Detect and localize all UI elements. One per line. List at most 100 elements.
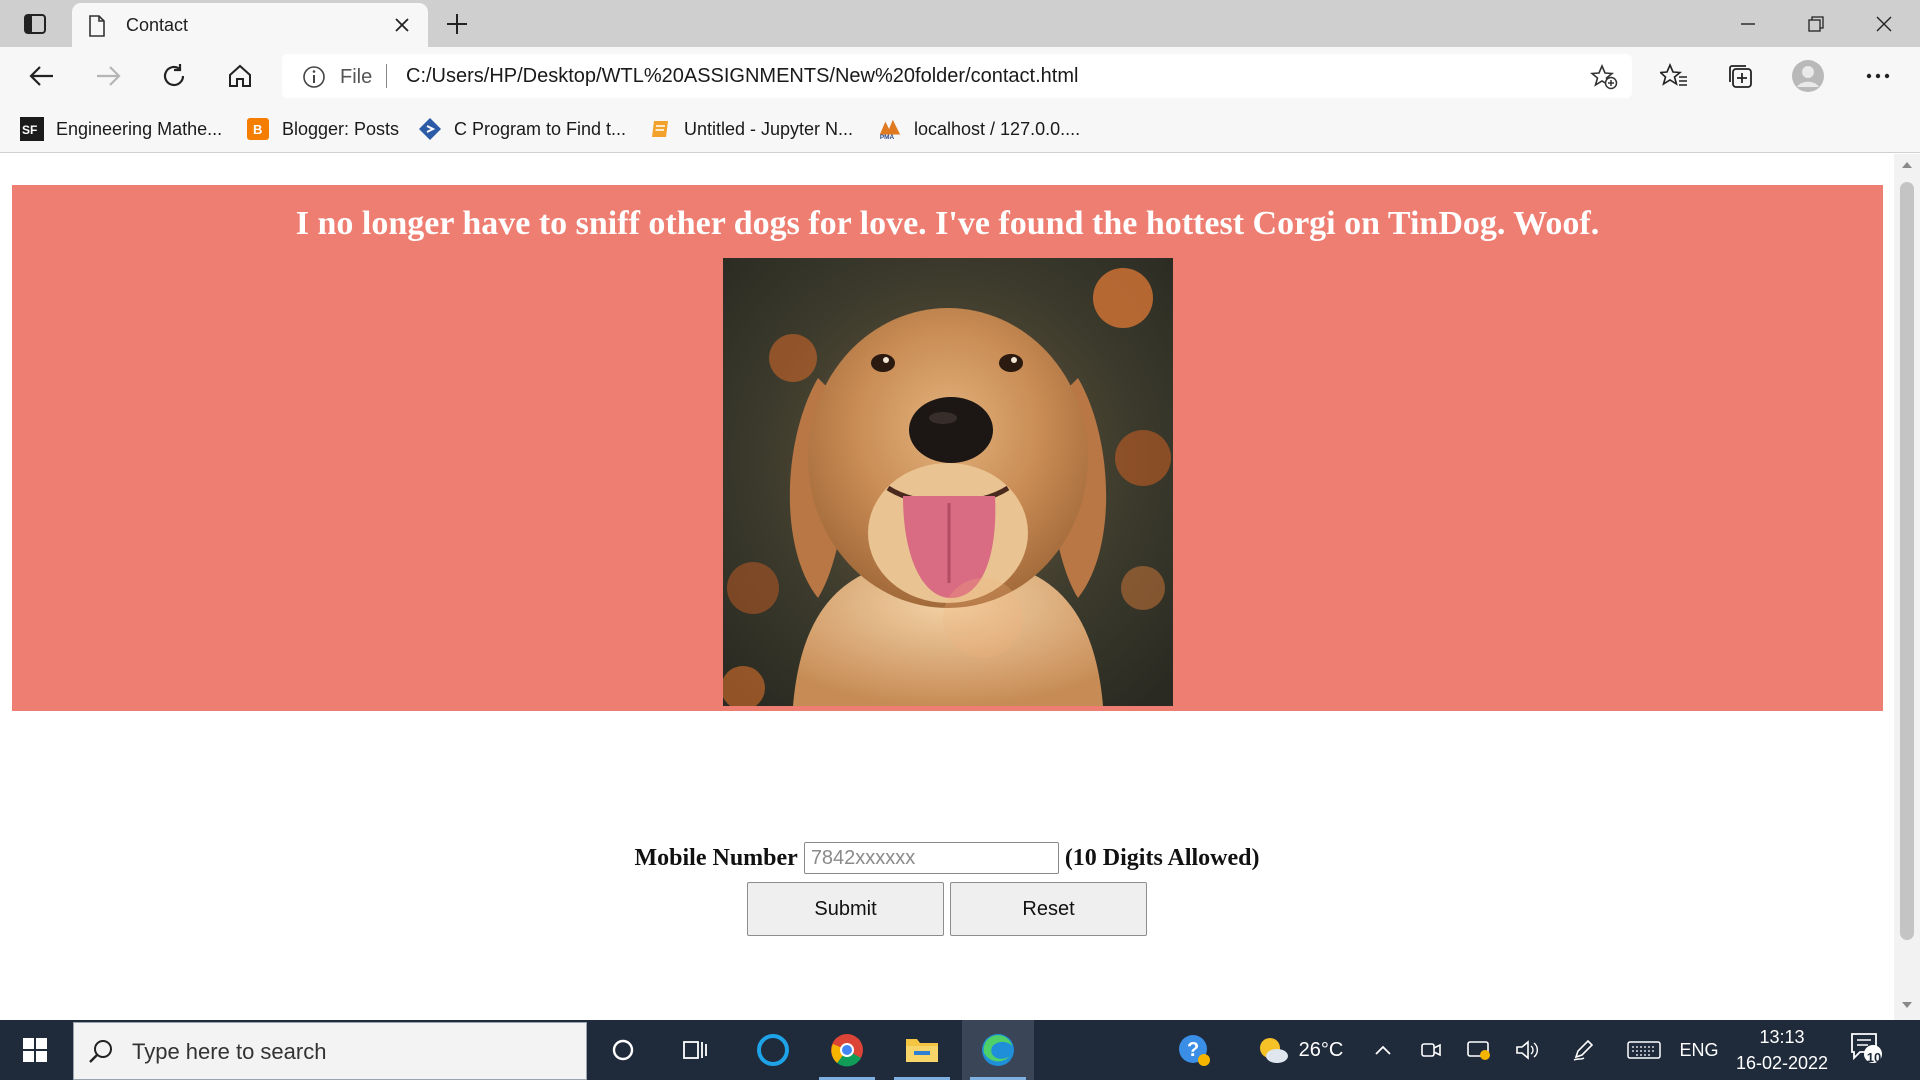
close-icon [395,18,409,32]
notification-count-badge: 10 [1866,1050,1882,1065]
hero-section: I no longer have to sniff other dogs for… [12,185,1883,711]
favorites-icon [1660,63,1687,86]
task-view-icon [683,1041,707,1059]
clock-time: 13:13 [1759,1027,1805,1047]
system-clock[interactable]: 13:13 16-02-2022 [1728,1024,1836,1078]
start-button[interactable] [0,1020,70,1080]
chrome-icon [831,1034,863,1067]
add-favorite-icon[interactable] [1590,64,1618,90]
digits-hint: (10 Digits Allowed) [1064,844,1260,871]
settings-more-button[interactable] [1858,57,1898,95]
submit-button[interactable]: Submit [747,882,944,936]
forward-button[interactable] [86,55,130,97]
address-bar[interactable]: File C:/Users/HP/Desktop/WTL%20ASSIGNMEN… [282,54,1632,98]
cortana-circle-icon [612,1039,634,1061]
tab-actions-icon [24,14,46,34]
window-close-button[interactable] [1850,0,1918,47]
svg-text:?: ? [1187,1039,1199,1061]
bookmark-jupyter[interactable]: Untitled - Jupyter N... [648,114,853,144]
new-tab-button[interactable] [440,8,474,40]
tab-actions-button[interactable] [12,8,58,40]
search-icon [89,1040,112,1063]
dog-photo [723,258,1173,706]
touch-keyboard-button[interactable] [1620,1020,1668,1080]
camera-icon [1421,1043,1441,1057]
cortana-button[interactable] [587,1020,659,1080]
svg-text:B: B [253,122,262,137]
back-arrow-icon [29,66,53,86]
collections-icon [1729,65,1752,88]
show-hidden-icons-button[interactable] [1366,1020,1400,1080]
bookmark-label: Untitled - Jupyter N... [684,118,854,139]
scroll-thumb[interactable] [1900,182,1914,940]
taskbar-app-chrome[interactable] [811,1020,883,1080]
pen-icon [1573,1039,1594,1061]
folder-icon [906,1039,938,1062]
windows-taskbar: Type here to search ? 26°C ENG 13:13 16-… [0,1020,1920,1080]
back-button[interactable] [20,55,64,97]
sf-icon: SF [20,117,44,141]
reset-button[interactable]: Reset [950,882,1147,936]
cortana-ring-icon [757,1034,789,1066]
info-icon[interactable] [302,65,326,89]
browser-title-bar: Contact [0,0,1920,47]
contact-form: Mobile Number (10 Digits Allowed) Submit… [0,842,1894,936]
help-icon: ? [1179,1035,1210,1066]
get-help-button[interactable]: ? [1170,1020,1218,1080]
taskbar-app-file-explorer[interactable] [886,1020,958,1080]
notification-center-button[interactable]: 10 [1848,1030,1888,1070]
bookmark-localhost[interactable]: PMA localhost / 127.0.0.... [878,114,1080,144]
mobile-number-input[interactable] [803,842,1059,874]
home-button[interactable] [218,55,262,97]
device-status-icon [1467,1041,1490,1060]
speaker-icon [1516,1040,1538,1060]
weather-widget[interactable]: 26°C [1250,1020,1350,1080]
more-icon [1866,73,1890,79]
weather-temperature: 26°C [1298,1038,1344,1061]
bookmark-c-program[interactable]: C Program to Find t... [418,114,626,144]
bookmark-label: Engineering Mathe... [56,118,223,139]
bookmark-engineering-mathematics[interactable]: SF Engineering Mathe... [20,114,222,144]
svg-text:SF: SF [22,123,37,137]
meet-now-button[interactable] [1414,1020,1448,1080]
avatar-icon [1792,60,1824,92]
input-language-indicator[interactable]: ENG [1676,1020,1722,1080]
windows-logo-icon [23,1038,47,1062]
profile-button[interactable] [1788,57,1828,95]
triangle-down-icon [1902,1002,1912,1008]
task-view-button[interactable] [659,1020,731,1080]
home-icon [229,64,251,87]
battery-network-button[interactable] [1462,1020,1496,1080]
minimize-button[interactable] [1714,0,1782,47]
c-program-icon [418,117,442,141]
refresh-button[interactable] [152,55,196,97]
address-separator [386,64,387,88]
collections-button[interactable] [1720,57,1760,95]
volume-button[interactable] [1510,1020,1544,1080]
clock-date: 16-02-2022 [1735,1053,1829,1073]
pen-workspace-button[interactable] [1566,1020,1600,1080]
weather-sunny-cloud-icon [1259,1038,1288,1063]
bookmark-label: C Program to Find t... [454,118,627,139]
taskbar-search-box[interactable]: Type here to search [73,1022,587,1080]
scroll-up-arrow[interactable] [1894,160,1920,174]
restore-button[interactable] [1782,0,1850,47]
favorites-button[interactable] [1654,57,1694,95]
browser-toolbar: File C:/Users/HP/Desktop/WTL%20ASSIGNMEN… [0,47,1920,105]
bookmark-blogger-posts[interactable]: B Blogger: Posts [246,114,399,144]
bookmark-label: localhost / 127.0.0.... [914,118,1081,139]
svg-text:PMA: PMA [880,134,895,141]
tab-contact[interactable]: Contact [72,3,428,47]
scroll-down-arrow[interactable] [1894,1000,1920,1014]
minimize-icon [1741,22,1755,25]
jupyter-icon [648,117,672,141]
refresh-icon [163,64,185,87]
page-icon [89,15,105,37]
address-url[interactable]: C:/Users/HP/Desktop/WTL%20ASSIGNMENTS/Ne… [406,65,1078,88]
forward-arrow-icon [97,66,121,86]
page-scrollbar[interactable] [1894,154,1920,1020]
taskbar-app-cortana-ring[interactable] [737,1020,809,1080]
taskbar-app-edge[interactable] [962,1020,1034,1080]
tab-close-button[interactable] [388,11,416,39]
edge-icon [982,1034,1014,1066]
